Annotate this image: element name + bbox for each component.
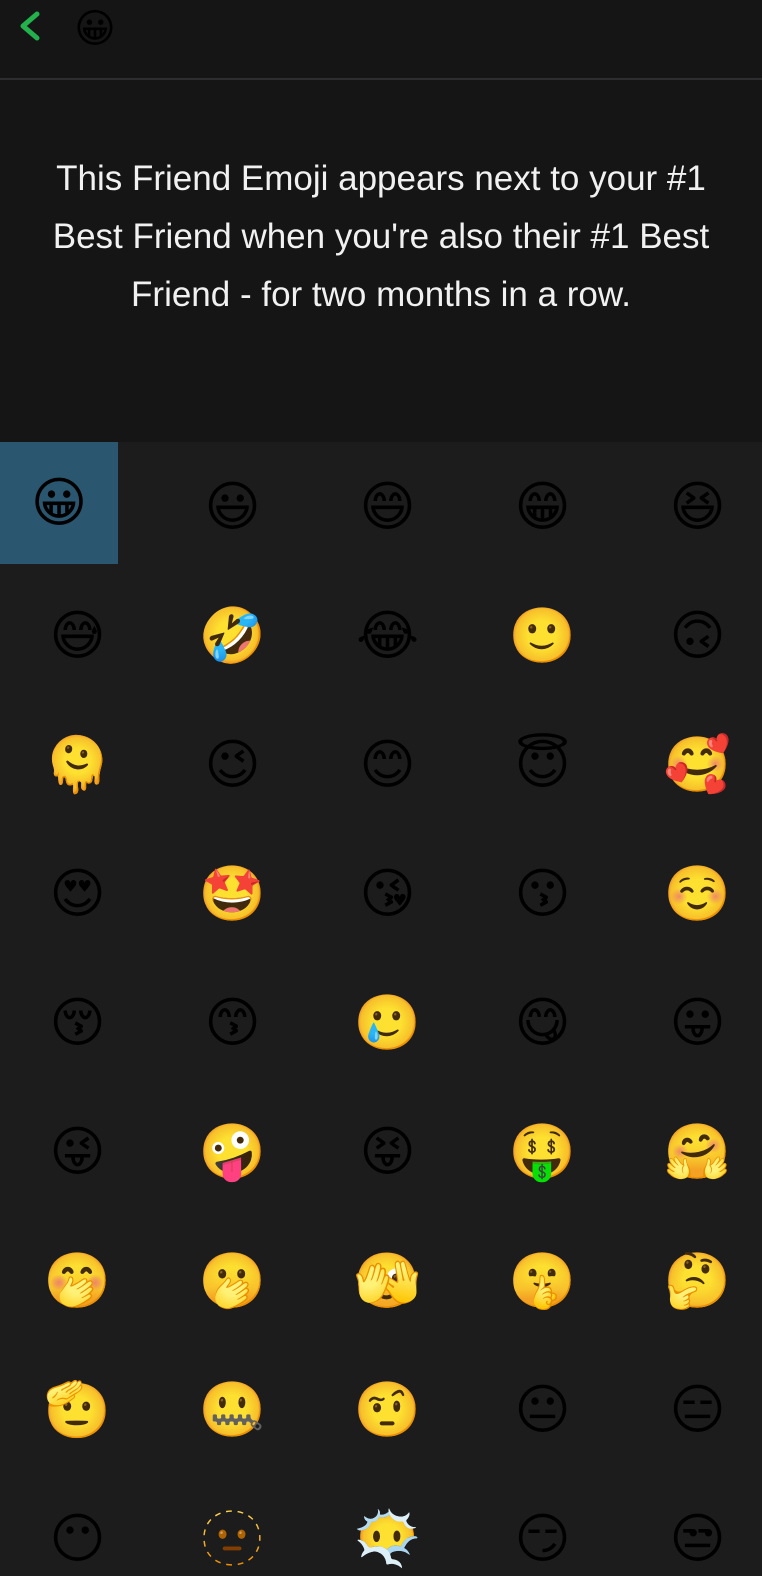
emoji-option[interactable]: 😑 [620,1345,762,1474]
emoji-option[interactable]: 😍 [0,829,155,958]
emoji-option[interactable]: ☺️ [620,829,762,958]
emoji-option[interactable]: 🫢 [155,1216,310,1345]
emoji-option[interactable]: 😚 [0,958,155,1087]
emoji-option[interactable]: 😄 [310,442,465,571]
emoji-option[interactable]: 😏 [465,1474,620,1576]
chevron-left-icon [20,11,40,41]
emoji-option[interactable]: 😆 [620,442,762,571]
emoji-option[interactable]: 😅 [0,571,155,700]
emoji-option[interactable]: 😜 [0,1087,155,1216]
emoji-option[interactable]: 🫥 [155,1474,310,1576]
emoji-option[interactable]: 🥲 [310,958,465,1087]
emoji-option[interactable]: 😘 [310,829,465,958]
emoji-option[interactable]: 🙂 [465,571,620,700]
emoji-option[interactable]: 😗 [465,829,620,958]
emoji-option[interactable]: 😋 [465,958,620,1087]
emoji-option[interactable]: 😛 [620,958,762,1087]
emoji-option[interactable]: 😐 [465,1345,620,1474]
emoji-option[interactable]: 😁 [465,442,620,571]
emoji-option[interactable]: 😇 [465,700,620,829]
emoji-option[interactable]: 🫣 [310,1216,465,1345]
top-bar: 😀 [0,0,762,80]
emoji-option[interactable]: 🙃 [620,571,762,700]
emoji-option[interactable]: 😊 [310,700,465,829]
emoji-option[interactable]: 🤩 [155,829,310,958]
emoji-option[interactable]: 😙 [155,958,310,1087]
emoji-option[interactable]: 🤪 [155,1087,310,1216]
description-text: This Friend Emoji appears next to your #… [52,159,710,314]
emoji-option[interactable]: 🤗 [620,1087,762,1216]
emoji-option[interactable]: 😂 [310,571,465,700]
emoji-option[interactable]: 😝 [310,1087,465,1216]
emoji-option[interactable]: 🫡 [0,1345,155,1474]
emoji-grid: 😀 😃 😄 😁 😆 😅 🤣 😂 🙂 🙃 🫠 😉 😊 😇 🥰 😍 🤩 😘 😗 ☺️ 😚 😙 🥲 😋 😛 😜 🤪 😝 🤑 🤗 🤭 🫢 🫣 🤫 🤔 🫡 🤐 🤨 😐… [0,442,762,1576]
emoji-option[interactable]: 🤑 [465,1087,620,1216]
emoji-option[interactable]: 🤐 [155,1345,310,1474]
emoji-option[interactable]: 🤫 [465,1216,620,1345]
description-panel: This Friend Emoji appears next to your #… [0,80,762,442]
emoji-option[interactable]: 😉 [155,700,310,829]
emoji-option[interactable]: 🤔 [620,1216,762,1345]
emoji-option[interactable]: 🥰 [620,700,762,829]
back-button[interactable] [10,6,50,46]
emoji-option[interactable]: 😶‍🌫️ [310,1474,465,1576]
current-friend-emoji: 😀 [74,6,116,52]
emoji-option[interactable]: 🤨 [310,1345,465,1474]
emoji-option[interactable]: 😶 [0,1474,155,1576]
emoji-option[interactable]: 😃 [155,442,310,571]
emoji-option[interactable]: 🤭 [0,1216,155,1345]
emoji-option[interactable]: 🤣 [155,571,310,700]
emoji-option[interactable]: 🫠 [0,700,155,829]
emoji-option[interactable]: 😒 [620,1474,762,1576]
emoji-option-selected[interactable]: 😀 [0,442,118,564]
